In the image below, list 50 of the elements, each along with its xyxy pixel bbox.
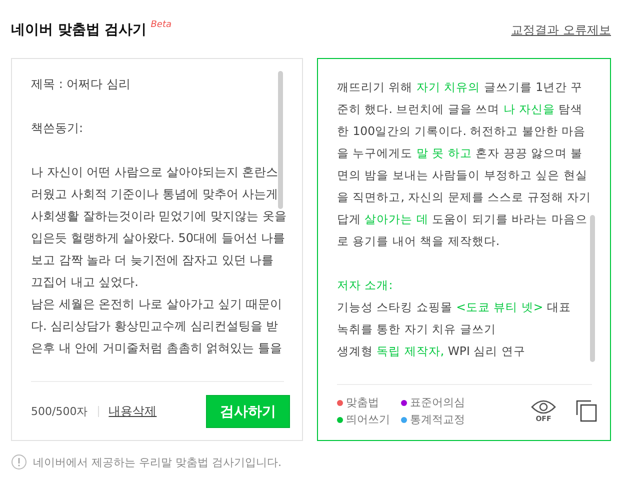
result-text: 탐색 (558, 102, 583, 116)
clear-link[interactable]: 내용삭제 (108, 403, 157, 420)
result-text: 생계형 (337, 344, 374, 358)
footer-note: 네이버에서 제공하는 우리말 맞춤법 검사기입니다. (33, 454, 282, 470)
result-text: 기능성 스타킹 쇼핑몰 (337, 300, 454, 314)
input-text-line: 입은듯 헐랭하게 살아왔다. 50대에 들어선 나를 (31, 230, 286, 247)
copy-icon[interactable] (576, 400, 598, 422)
result-text: 대표 (546, 300, 571, 314)
input-text-line: 은후 내 안에 거미줄처럼 촘촘히 얽혀있는 틀을 (31, 340, 283, 357)
input-text-line: 끄집어 내고 싶었다. (31, 274, 140, 291)
result-text: WPI 심리 연구 (446, 344, 526, 358)
input-text-line: 사회생활 잘하는것이라 믿었기에 맞지않는 옷을 (31, 208, 288, 225)
input-text-line: 나 자신이 어떤 사람으로 살아야되는지 혼란스 (31, 164, 280, 181)
legend-label: 표준어의심 (410, 395, 465, 410)
scrollbar-thumb[interactable] (590, 215, 595, 362)
result-text: 을 직면하고, 자신의 문제를 스스로 규정해 자기 (337, 190, 592, 204)
result-text: 혼자 끙끙 앓으며 불 (474, 146, 583, 160)
result-text: 글쓰기를 1년간 꾸 (482, 80, 583, 94)
result-text: 녹취를 통한 자기 치유 글쓰기 (337, 322, 496, 336)
result-text: 면의 밤을 보내는 사람들이 부정하고 싶은 현실 (337, 168, 588, 182)
eye-icon (531, 399, 556, 415)
beta-label: Beta (150, 20, 172, 30)
result-text: 도움이 되기를 바라는 마음으 (431, 212, 588, 226)
legend-label: 맞춤법 (346, 395, 379, 410)
result-text: 살아가는 데 (364, 212, 428, 226)
scrollbar-thumb[interactable] (278, 71, 283, 209)
result-text: 저자 소개: (337, 278, 393, 292)
result-text: 을 누구에게도 (337, 146, 414, 160)
result-text: 준히 했다. 브런치에 글을 쓰며 (337, 102, 501, 116)
result-text: 로 용기를 내어 책을 제작했다. (337, 234, 500, 248)
app-title: 네이버 맞춤법 검사기 (11, 21, 147, 39)
character-count: 500/500자 (31, 404, 88, 419)
input-text-line: 보고 감짝 놀라 더 늦기전에 잠자고 있던 나를 (31, 252, 275, 269)
result-text: 답게 (337, 212, 362, 226)
input-text-line: 남은 세월은 온전히 나로 살아가고 싶기 때문이 (31, 296, 283, 313)
result-text: 독립 제작자, (376, 344, 444, 358)
result-text: 깨뜨리기 위해 (337, 80, 414, 94)
report-link[interactable]: 교정결과 오류제보 (511, 22, 611, 38)
input-text-line: 제목 : 어쩌다 심리 (31, 76, 132, 93)
info-icon (11, 454, 27, 470)
result-text: <도쿄 뷰티 넷> (456, 300, 544, 314)
result-text: 자기 치유의 (416, 80, 480, 94)
result-text: 나 자신을 (503, 102, 556, 116)
input-text-line: 다. 심리상담가 황상민교수께 심리컨설팅을 받 (31, 318, 280, 335)
legend-label: 띄어쓰기 (346, 412, 390, 427)
result-text: 말 못 하고 (416, 146, 472, 160)
input-text-line: 책쓴동기: (31, 120, 84, 137)
legend-label: 통계적교정 (410, 412, 465, 427)
result-text: 한 100일간의 기록이다. 허전하고 불안한 마음 (337, 124, 586, 138)
input-text-line: 러웠고 사회적 기준이나 통념에 맞추어 사는게 (31, 186, 280, 203)
